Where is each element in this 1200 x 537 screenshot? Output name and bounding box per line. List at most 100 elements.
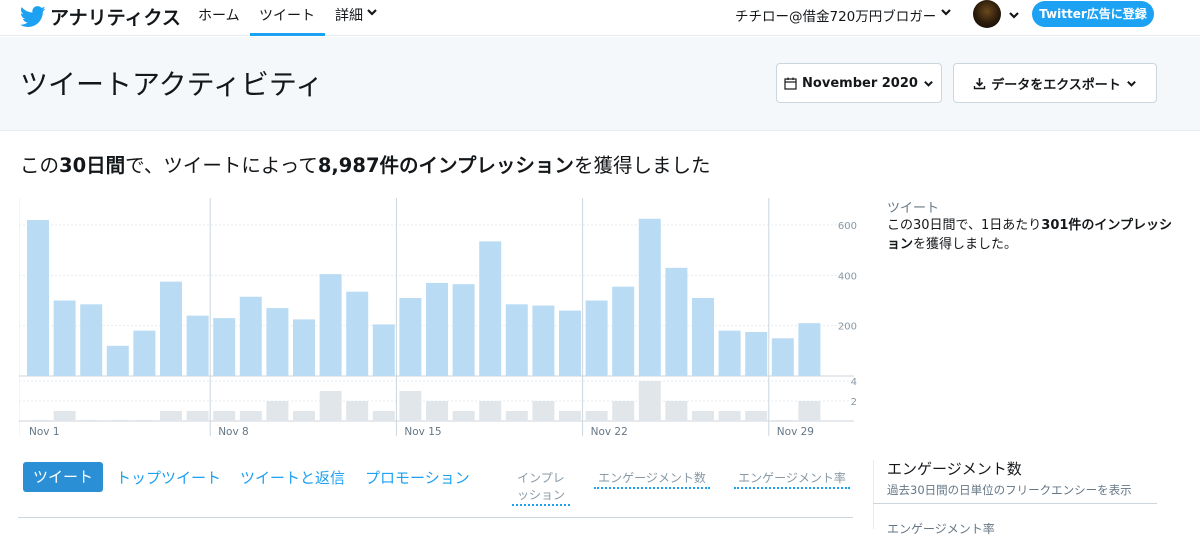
engagements-bar [718, 411, 741, 421]
y-tick-label: 2 [851, 397, 857, 408]
impressions-bar [266, 308, 289, 376]
summary-prefix: この [20, 154, 60, 177]
engagements-subtitle: 過去30日間の日単位のフリークエンシーを表示 [887, 483, 1132, 497]
page-header: ツイートアクティビティ November 2020 データをエクスポート [0, 37, 1200, 131]
impressions-bar [665, 267, 688, 376]
engagements-bar [532, 401, 555, 421]
engagements-divider [873, 503, 1157, 504]
nav-home[interactable]: ホーム [198, 5, 240, 36]
impressions-bar [213, 318, 236, 376]
engagements-bar [160, 411, 182, 421]
engagements-bar [27, 420, 49, 421]
engagements-bar [692, 411, 714, 421]
impressions-bar [612, 286, 635, 376]
engagements-bar [585, 411, 608, 421]
chevron-down-icon [941, 9, 952, 16]
engagements-bar [745, 411, 768, 421]
brand-title: アナリティクス [50, 7, 181, 29]
impressions-bar [372, 324, 395, 376]
top-navigation: アナリティクス ホーム ツイート 詳細 チチロー@借金720万円ブロガー Twi… [0, 0, 1200, 36]
account-name: チチロー@借金720万円ブロガー [735, 9, 937, 25]
twitter-ads-signup-button[interactable]: Twitter広告に登録 [1032, 1, 1154, 27]
nav-tweets[interactable]: ツイート [250, 5, 325, 36]
side-text-c: を獲得しました。 [913, 237, 1018, 252]
impressions-bar [585, 300, 608, 376]
engagements-bar [372, 411, 395, 421]
summary-mid: で、ツイートによって [125, 154, 318, 177]
engagements-bar [266, 401, 289, 421]
impressions-bar [346, 291, 369, 376]
impressions-bar [798, 323, 821, 376]
export-label: データをエクスポート [991, 77, 1121, 93]
nav-more[interactable]: 詳細 [335, 5, 378, 36]
engagements-title: エンゲージメント数 [887, 460, 1022, 478]
impressions-bar [771, 338, 794, 376]
tabs-divider [18, 517, 853, 518]
engagements-bar [53, 411, 76, 421]
engagements-bar [505, 411, 528, 421]
impressions-bar [27, 220, 49, 376]
engagements-bar [80, 420, 103, 421]
impressions-bar [293, 319, 315, 376]
impressions-bar [426, 282, 448, 376]
impressions-bar [692, 298, 714, 376]
summary-suffix: を獲得しました [573, 154, 711, 177]
tab-tweets-and-replies[interactable]: ツイートと返信 [240, 467, 345, 488]
impressions-bar [505, 304, 528, 376]
engagements-bar [771, 420, 794, 421]
impressions-bar [559, 310, 581, 376]
date-range-button[interactable]: November 2020 [776, 63, 942, 103]
y-tick-label: 400 [838, 271, 857, 282]
calendar-icon [784, 77, 797, 90]
metric-tab-impressions[interactable]: インプレッション [512, 470, 570, 506]
engagements-bar [798, 401, 821, 421]
x-tick-label: Nov 1 [29, 426, 60, 438]
brand[interactable]: アナリティクス [20, 3, 181, 30]
impressions-chart: 200 400 600 2 4 Nov 1 Nov 8 Nov 15 Nov 22 Nov 29 [19, 198, 857, 438]
engagements-bar [133, 420, 156, 421]
impressions-bar [239, 296, 262, 376]
x-tick-label: Nov 29 [777, 426, 814, 438]
engagements-bar [106, 420, 129, 421]
engagements-bar [239, 411, 262, 421]
side-text-a: この30日間で、1日あたり [887, 218, 1042, 233]
engagements-bar [452, 411, 475, 421]
impressions-bar [133, 330, 156, 376]
twitter-bird-icon [20, 5, 46, 27]
tab-promotions[interactable]: プロモーション [365, 467, 470, 488]
impressions-bar [399, 298, 422, 376]
impressions-bar [319, 274, 342, 376]
impressions-bar [718, 330, 741, 376]
metric-tab-engagement-rate[interactable]: エンゲージメント率 [734, 470, 850, 489]
chevron-down-icon[interactable] [1008, 9, 1020, 21]
y-tick-label: 200 [838, 322, 857, 333]
impressions-bar [160, 281, 182, 376]
engagements-bar [319, 391, 342, 421]
side-divider [873, 460, 874, 529]
x-tick-label: Nov 8 [218, 426, 249, 438]
impressions-bar [106, 345, 129, 376]
tab-top-tweets[interactable]: トップツイート [116, 467, 221, 488]
engagements-bar [479, 401, 502, 421]
impressions-summary: この30日間で、ツイートによって8,987件のインプレッションを獲得しました [20, 149, 710, 178]
engagements-bar [186, 411, 209, 421]
engagements-bar [638, 381, 661, 421]
avatar[interactable] [973, 0, 1001, 28]
account-menu[interactable]: チチロー@借金720万円ブロガー [735, 5, 952, 25]
y-tick-label: 4 [851, 377, 857, 388]
impressions-bar [452, 284, 475, 376]
engagements-bar [426, 401, 448, 421]
engagements-bar [293, 411, 315, 421]
chevron-down-icon [1126, 80, 1136, 87]
metric-tab-engagements[interactable]: エンゲージメント数 [594, 470, 710, 489]
side-text: この30日間で、1日あたり301件のインプレッションを獲得しました。 [887, 216, 1177, 254]
download-icon [973, 77, 986, 89]
export-data-button[interactable]: データをエクスポート [953, 63, 1157, 103]
y-tick-label: 600 [838, 221, 857, 232]
tab-tweets[interactable]: ツイート [23, 462, 103, 492]
engagements-bar [559, 411, 581, 421]
impressions-bar [479, 241, 502, 376]
chevron-down-icon [367, 9, 377, 16]
x-tick-label: Nov 15 [404, 426, 441, 438]
engagements-bar [612, 401, 635, 421]
